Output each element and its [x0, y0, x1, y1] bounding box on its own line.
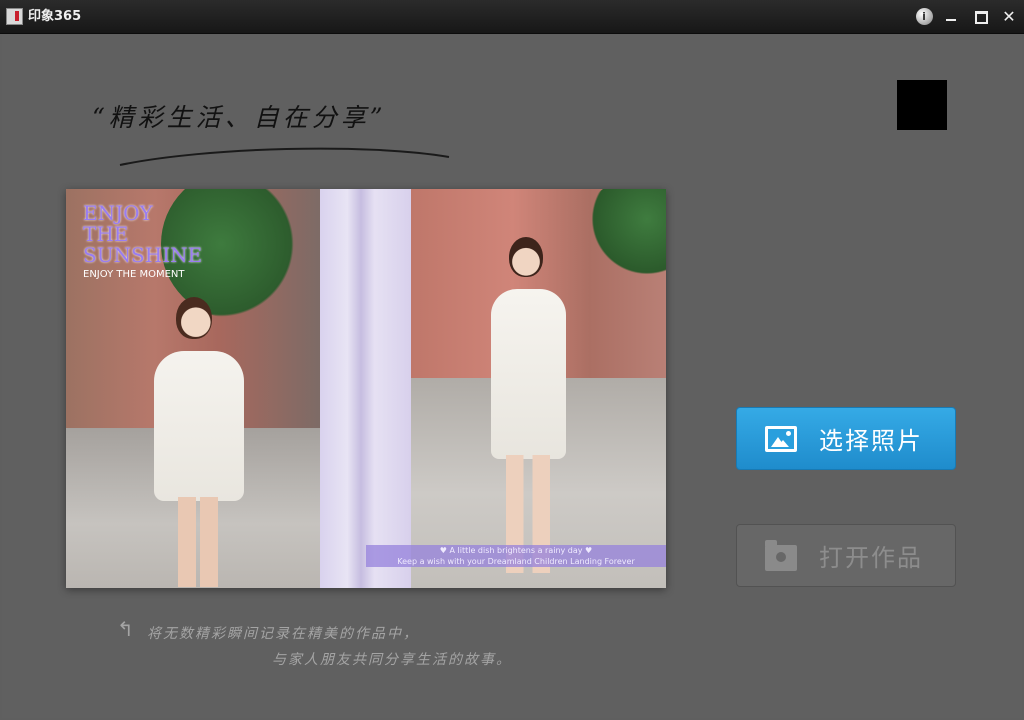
info-icon: [915, 8, 933, 25]
minimize-icon: [946, 19, 956, 21]
hint-line-1: 将无数精彩瞬间记录在精美的作品中，: [147, 626, 419, 642]
title-bar: 印象365 ✕: [0, 0, 1024, 34]
slogan-underline: [119, 147, 450, 166]
maximize-icon: [974, 11, 988, 24]
enjoy-moment-text: ENJOY THE MOMENT: [83, 269, 185, 280]
preview-banner: ♥ A little dish brightens a rainy day ♥ …: [366, 545, 666, 567]
enjoy-sunshine-text: ENJOY THE SUNSHINE: [83, 201, 203, 267]
preview-spine: [320, 189, 411, 588]
preview-right-page: [411, 189, 666, 588]
image-icon: [765, 425, 797, 452]
select-photos-button[interactable]: 选择照片: [736, 407, 956, 470]
curved-arrow-icon: ↰: [117, 617, 134, 641]
folder-icon: [765, 539, 797, 571]
close-button[interactable]: ✕: [998, 6, 1020, 28]
preview-left-page: ENJOY THE SUNSHINE ENJOY THE MOMENT: [66, 189, 320, 588]
maximize-button[interactable]: [970, 6, 992, 28]
minimize-button[interactable]: [940, 6, 962, 28]
photo-girl-left: [146, 297, 256, 587]
open-work-button[interactable]: 打开作品: [736, 524, 956, 587]
hint-line-2: 与家人朋友共同分享生活的故事。: [272, 652, 512, 668]
select-photos-label: 选择照片: [819, 427, 923, 455]
slogan-text: “精彩生活、自在分享”: [92, 103, 387, 132]
open-work-label: 打开作品: [819, 544, 923, 572]
photo-girl-right: [481, 237, 591, 587]
photo-book-preview: ENJOY THE SUNSHINE ENJOY THE MOMENT ♥ A …: [66, 189, 666, 588]
main-area: “精彩生活、自在分享” ENJOY THE SUNSHINE ENJOY THE…: [2, 35, 1022, 718]
info-button[interactable]: [913, 6, 935, 28]
app-logo-icon: [6, 8, 23, 25]
black-square: [897, 80, 947, 130]
window-title: 印象365: [28, 9, 82, 24]
